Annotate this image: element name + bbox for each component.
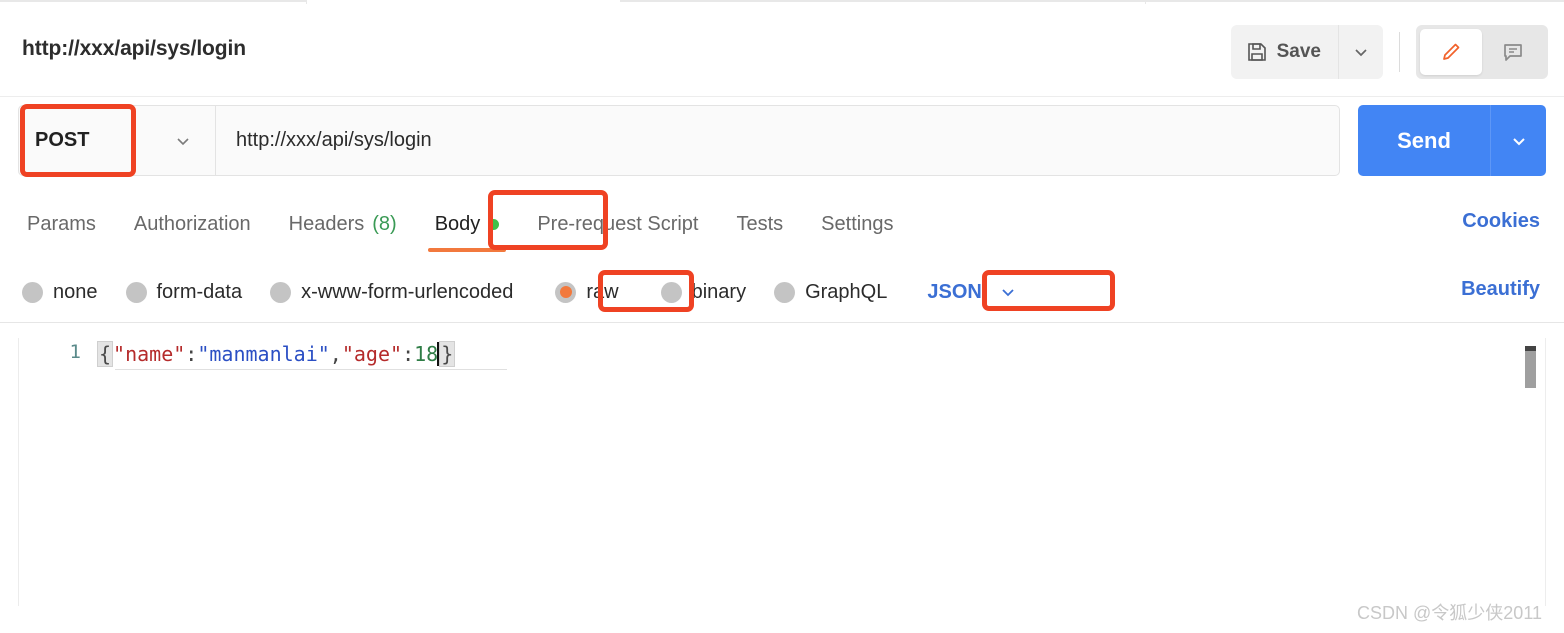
header-actions: Save bbox=[1230, 25, 1548, 79]
body-radio-none[interactable]: none bbox=[8, 281, 112, 304]
radio-icon bbox=[125, 281, 147, 303]
body-radio-form-data-label: form-data bbox=[156, 280, 243, 303]
radio-icon bbox=[660, 281, 682, 303]
editor-separator bbox=[0, 322, 1564, 323]
view-toggle-group bbox=[1416, 25, 1548, 79]
save-options-caret-button[interactable] bbox=[1338, 25, 1383, 79]
editor-right-rule bbox=[1545, 338, 1546, 606]
body-radio-graphql-label: GraphQL bbox=[805, 280, 888, 303]
token-colon-1: : bbox=[185, 342, 198, 366]
send-button-group: Send bbox=[1358, 105, 1546, 176]
save-button[interactable]: Save bbox=[1230, 25, 1338, 79]
token-open-brace: { bbox=[97, 341, 114, 367]
token-comma: , bbox=[329, 342, 342, 366]
radio-icon bbox=[774, 281, 796, 303]
tab-settings[interactable]: Settings bbox=[802, 196, 912, 252]
active-line-underline bbox=[115, 369, 507, 370]
save-button-label: Save bbox=[1276, 41, 1321, 62]
scrollbar-thumb[interactable] bbox=[1525, 346, 1536, 388]
code-line: 1 {"name":"manmanlai","age":18} bbox=[19, 338, 1545, 372]
body-radio-form-data[interactable]: form-data bbox=[112, 281, 257, 304]
request-url-input[interactable] bbox=[216, 106, 1339, 175]
tab-tests[interactable]: Tests bbox=[717, 196, 802, 252]
body-has-content-dot-icon bbox=[488, 218, 500, 230]
body-radio-x-www-form-urlencoded[interactable]: x-www-form-urlencoded bbox=[256, 281, 527, 304]
tab-authorization[interactable]: Authorization bbox=[115, 196, 270, 252]
tab-params[interactable]: Params bbox=[8, 196, 115, 252]
radio-checked-icon bbox=[555, 281, 577, 303]
raw-format-label: JSON bbox=[927, 280, 982, 303]
tab-body-label: Body bbox=[434, 212, 481, 235]
comment-icon bbox=[1501, 40, 1525, 64]
floppy-disk-icon bbox=[1246, 41, 1268, 63]
header-divider bbox=[1399, 32, 1400, 72]
chevron-down-icon bbox=[998, 282, 1018, 302]
cookies-link[interactable]: Cookies bbox=[1462, 210, 1540, 233]
http-method-select[interactable]: POST bbox=[19, 106, 216, 175]
token-key-name: "name" bbox=[113, 342, 186, 366]
body-radio-raw-label: raw bbox=[586, 280, 619, 303]
page-title: http://xxx/api/sys/login bbox=[22, 37, 246, 60]
raw-format-select[interactable]: JSON bbox=[911, 272, 1031, 312]
beautify-link[interactable]: Beautify bbox=[1461, 278, 1540, 301]
tab-params-label: Params bbox=[27, 212, 96, 235]
http-method-label: POST bbox=[35, 129, 90, 151]
chevron-down-icon bbox=[1509, 131, 1529, 151]
tab-headers-label: Headers bbox=[288, 212, 365, 235]
radio-icon bbox=[22, 281, 43, 303]
token-key-age: "age" bbox=[341, 342, 403, 366]
body-radio-x-www-form-urlencoded-label: x-www-form-urlencoded bbox=[301, 280, 514, 303]
chevron-down-icon bbox=[1352, 43, 1370, 61]
watermark: CSDN @令狐少侠2011 bbox=[1357, 603, 1542, 623]
body-type-bar: none form-data x-www-form-urlencoded raw… bbox=[0, 262, 1564, 322]
edit-mode-button[interactable] bbox=[1420, 29, 1482, 75]
tab-authorization-label: Authorization bbox=[133, 212, 251, 235]
body-radio-binary[interactable]: binary bbox=[647, 281, 760, 304]
postman-request-pane: http://xxx/api/sys/login Save POST http:… bbox=[0, 0, 1564, 633]
body-radio-raw[interactable]: raw bbox=[541, 281, 632, 304]
pencil-icon bbox=[1439, 40, 1463, 64]
url-bar: POST bbox=[18, 105, 1340, 176]
chevron-down-icon bbox=[173, 131, 193, 151]
body-radio-none-label: none bbox=[53, 280, 98, 303]
request-tabs: Params Authorization Headers (8) Body Pr… bbox=[0, 196, 1564, 252]
editor-vertical-scrollbar[interactable] bbox=[1523, 340, 1538, 392]
request-body-editor[interactable]: 1 {"name":"manmanlai","age":18} bbox=[18, 338, 1546, 606]
tab-tests-label: Tests bbox=[736, 212, 784, 235]
token-close-brace: } bbox=[439, 341, 456, 367]
code-content[interactable]: {"name":"manmanlai","age":18} bbox=[97, 341, 456, 367]
body-radio-graphql[interactable]: GraphQL bbox=[760, 281, 901, 304]
send-options-caret-button[interactable] bbox=[1490, 105, 1546, 176]
tab-body[interactable]: Body bbox=[416, 196, 519, 252]
token-colon-2: : bbox=[402, 342, 415, 366]
tab-headers[interactable]: Headers (8) bbox=[270, 196, 416, 252]
request-header: http://xxx/api/sys/login Save bbox=[0, 4, 1564, 97]
save-button-group: Save bbox=[1230, 25, 1383, 79]
tab-headers-count: (8) bbox=[372, 212, 397, 235]
line-number: 1 bbox=[69, 341, 81, 363]
active-tab-underline bbox=[427, 248, 507, 252]
tab-pre-request-script-label: Pre-request Script bbox=[537, 212, 699, 235]
body-radio-binary-label: binary bbox=[691, 280, 747, 303]
send-button[interactable]: Send bbox=[1358, 105, 1490, 176]
tab-settings-label: Settings bbox=[821, 212, 894, 235]
token-value-name: "manmanlai" bbox=[197, 342, 330, 366]
tab-pre-request-script[interactable]: Pre-request Script bbox=[518, 196, 717, 252]
token-value-age: 18 bbox=[414, 342, 439, 366]
comment-button[interactable] bbox=[1482, 29, 1544, 75]
radio-icon bbox=[270, 281, 292, 303]
